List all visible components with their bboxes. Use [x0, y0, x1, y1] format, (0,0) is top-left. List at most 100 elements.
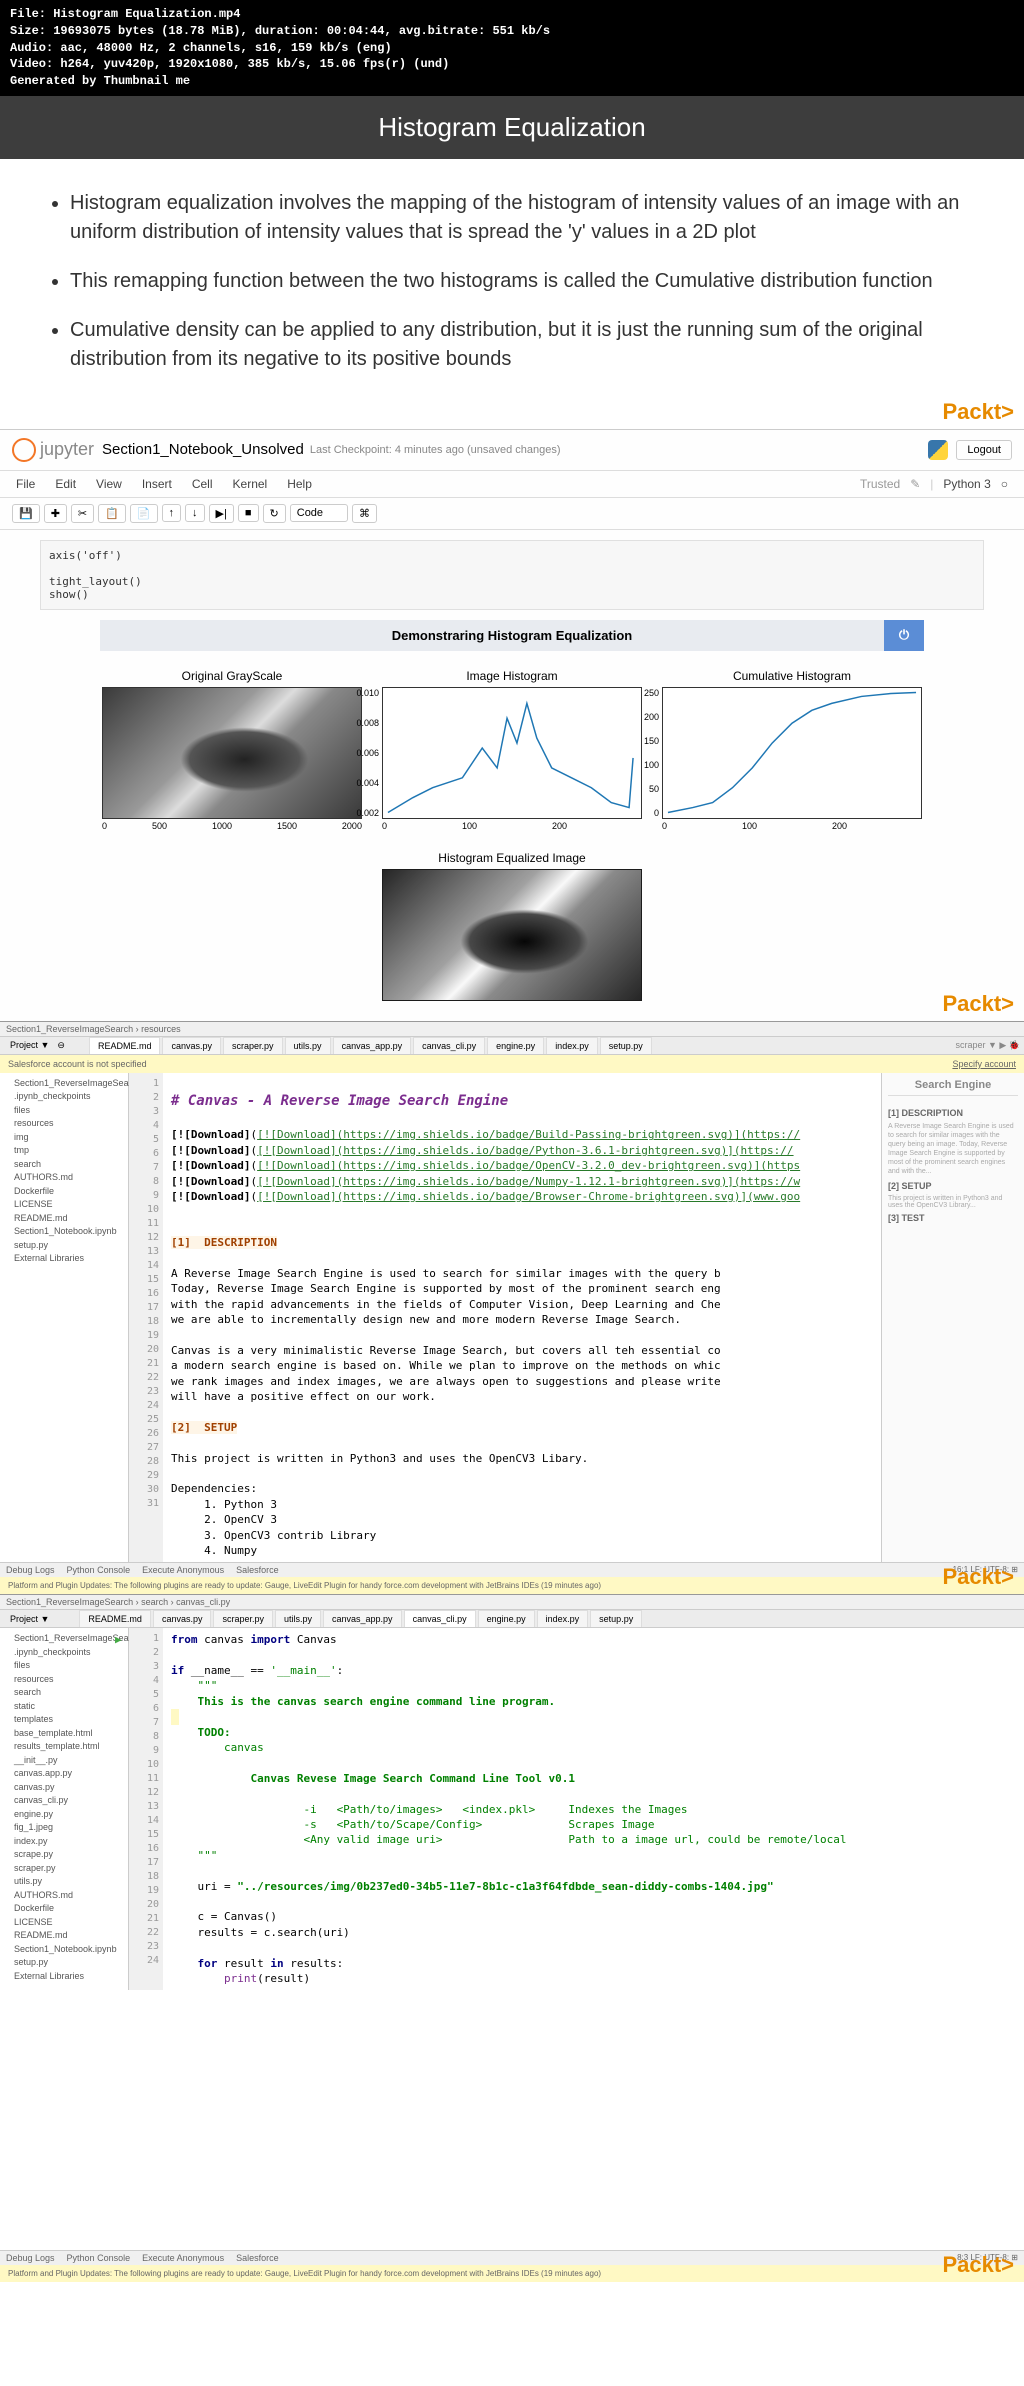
- cut-button[interactable]: ✂: [71, 504, 94, 523]
- checkpoint-text: Last Checkpoint: 4 minutes ago (unsaved …: [310, 444, 561, 456]
- tree-item[interactable]: files: [4, 1104, 124, 1118]
- tree-item[interactable]: utils.py: [4, 1875, 124, 1889]
- run-button[interactable]: ▶|: [209, 504, 234, 523]
- preview-panel: Search Engine [1] DESCRIPTION A Reverse …: [881, 1073, 1024, 1562]
- tab-engine[interactable]: engine.py: [478, 1610, 535, 1627]
- menu-insert[interactable]: Insert: [142, 477, 172, 491]
- tab-canvas[interactable]: canvas.py: [153, 1610, 212, 1627]
- tree-item[interactable]: Dockerfile: [4, 1185, 124, 1199]
- menu-help[interactable]: Help: [287, 477, 312, 491]
- tree-item[interactable]: templates: [4, 1713, 124, 1727]
- project-tree[interactable]: Section1_ReverseImageSearch .ipynb_check…: [0, 1073, 129, 1562]
- tree-item[interactable]: External Libraries: [4, 1252, 124, 1266]
- plot3-title: Cumulative Histogram: [662, 669, 922, 683]
- tab-engine[interactable]: engine.py: [487, 1037, 544, 1054]
- tree-item[interactable]: __init__.py: [4, 1754, 124, 1768]
- logout-button[interactable]: Logout: [956, 440, 1012, 460]
- plot1-xaxis: 0500100015002000: [102, 821, 362, 831]
- notebook-name[interactable]: Section1_Notebook_Unsolved: [102, 441, 304, 458]
- tree-item[interactable]: files: [4, 1659, 124, 1673]
- video-line: Video: h264, yuv420p, 1920x1080, 385 kb/…: [10, 56, 1014, 73]
- tab-index[interactable]: index.py: [537, 1610, 589, 1627]
- restart-button[interactable]: ↻: [263, 504, 286, 523]
- tree-item[interactable]: scraper.py: [4, 1862, 124, 1876]
- tab-readme[interactable]: README.md: [79, 1610, 151, 1627]
- tab-utils[interactable]: utils.py: [275, 1610, 321, 1627]
- menu-view[interactable]: View: [96, 477, 122, 491]
- cell-type-select[interactable]: Code: [290, 504, 348, 522]
- tree-item[interactable]: results_template.html: [4, 1740, 124, 1754]
- move-up-button[interactable]: ↑: [162, 504, 182, 522]
- tree-item[interactable]: canvas.py: [4, 1781, 124, 1795]
- tab-setup[interactable]: setup.py: [590, 1610, 642, 1627]
- edit-icon[interactable]: ✎: [910, 477, 920, 491]
- trusted-label: Trusted: [860, 477, 900, 491]
- python-editor[interactable]: 123456789101112131415161718192021222324 …: [129, 1628, 1024, 1990]
- tree-item[interactable]: README.md: [4, 1929, 124, 1943]
- python-console-tab[interactable]: Python Console: [67, 1565, 131, 1575]
- move-down-button[interactable]: ↓: [185, 504, 205, 522]
- tree-item[interactable]: Section1_Notebook.ipynb: [4, 1943, 124, 1957]
- jupyter-logo: jupyter: [12, 438, 94, 462]
- menu-kernel[interactable]: Kernel: [233, 477, 268, 491]
- tree-item[interactable]: fig_1.jpeg: [4, 1821, 124, 1835]
- tab-setup[interactable]: setup.py: [600, 1037, 652, 1054]
- tree-item[interactable]: setup.py: [4, 1239, 124, 1253]
- tree-item[interactable]: Section1_Notebook.ipynb: [4, 1225, 124, 1239]
- tree-item[interactable]: LICENSE: [4, 1916, 124, 1930]
- save-button[interactable]: 💾: [12, 504, 40, 523]
- copy-button[interactable]: 📋: [98, 504, 126, 523]
- tree-item[interactable]: External Libraries: [4, 1970, 124, 1984]
- tab-canvas[interactable]: canvas.py: [162, 1037, 221, 1054]
- tree-item[interactable]: canvas.app.py: [4, 1767, 124, 1781]
- tree-item[interactable]: static: [4, 1700, 124, 1714]
- tree-item[interactable]: Dockerfile: [4, 1902, 124, 1916]
- menu-cell[interactable]: Cell: [192, 477, 213, 491]
- tree-item[interactable]: engine.py: [4, 1808, 124, 1822]
- tree-item[interactable]: base_template.html: [4, 1727, 124, 1741]
- stop-button[interactable]: ■: [238, 504, 259, 522]
- tree-item[interactable]: img: [4, 1131, 124, 1145]
- code-cell[interactable]: axis('off') tight_layout() show(): [40, 540, 984, 610]
- tree-item[interactable]: LICENSE: [4, 1198, 124, 1212]
- tree-item[interactable]: AUTHORS.md: [4, 1889, 124, 1903]
- tree-item[interactable]: .ipynb_checkpoints: [4, 1646, 124, 1660]
- tree-item[interactable]: tmp: [4, 1144, 124, 1158]
- tab-scraper[interactable]: scraper.py: [223, 1037, 283, 1054]
- tree-item[interactable]: resources: [4, 1117, 124, 1131]
- debug-logs-tab[interactable]: Debug Logs: [6, 1565, 55, 1575]
- tree-item[interactable]: setup.py: [4, 1956, 124, 1970]
- tab-readme[interactable]: README.md: [89, 1037, 161, 1054]
- tree-item[interactable]: Section1_ReverseImageSearch: [4, 1632, 124, 1646]
- tree-item[interactable]: scrape.py: [4, 1848, 124, 1862]
- tab-scraper[interactable]: scraper.py: [213, 1610, 273, 1627]
- menu-file[interactable]: File: [16, 477, 35, 491]
- execute-anon-tab[interactable]: Execute Anonymous: [142, 1565, 224, 1575]
- power-icon[interactable]: ⏻: [884, 620, 924, 651]
- menu-edit[interactable]: Edit: [55, 477, 76, 491]
- tab-canvas-app[interactable]: canvas_app.py: [323, 1610, 402, 1627]
- command-palette-button[interactable]: ⌘: [352, 504, 377, 523]
- run-gutter-icon[interactable]: ▶: [115, 1632, 122, 1647]
- tree-item[interactable]: README.md: [4, 1212, 124, 1226]
- salesforce-tab[interactable]: Salesforce: [236, 1565, 279, 1575]
- tree-item[interactable]: Section1_ReverseImageSearch: [4, 1077, 124, 1091]
- tree-item[interactable]: search: [4, 1158, 124, 1172]
- tab-canvas-app[interactable]: canvas_app.py: [333, 1037, 412, 1054]
- tree-item[interactable]: index.py: [4, 1835, 124, 1849]
- tree-item[interactable]: resources: [4, 1673, 124, 1687]
- tab-utils[interactable]: utils.py: [285, 1037, 331, 1054]
- add-cell-button[interactable]: ✚: [44, 504, 67, 523]
- tree-item[interactable]: canvas_cli.py: [4, 1794, 124, 1808]
- readme-editor[interactable]: 1234567891011121314151617181920212223242…: [129, 1073, 881, 1562]
- specify-account-link[interactable]: Specify account: [952, 1059, 1016, 1069]
- tree-item[interactable]: search: [4, 1686, 124, 1700]
- project-tree[interactable]: Section1_ReverseImageSearch .ipynb_check…: [0, 1628, 129, 1990]
- tree-item[interactable]: AUTHORS.md: [4, 1171, 124, 1185]
- tree-collapse-icon[interactable]: ⊖: [57, 1040, 65, 1051]
- tab-index[interactable]: index.py: [546, 1037, 598, 1054]
- tree-item[interactable]: .ipynb_checkpoints: [4, 1090, 124, 1104]
- tab-canvas-cli[interactable]: canvas_cli.py: [404, 1610, 476, 1627]
- tab-canvas-cli[interactable]: canvas_cli.py: [413, 1037, 485, 1054]
- paste-button[interactable]: 📄: [130, 504, 158, 523]
